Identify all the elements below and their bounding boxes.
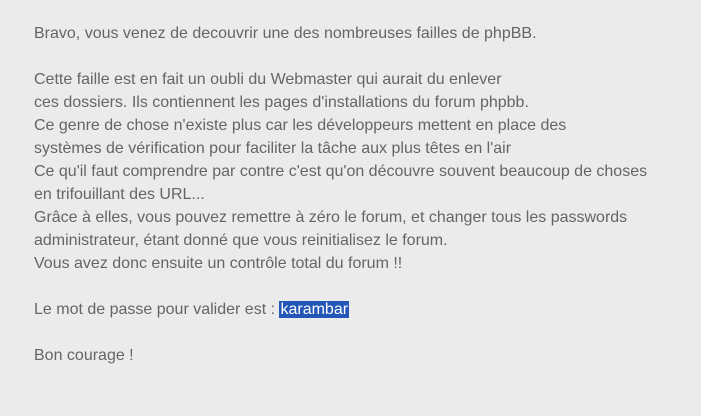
body-line: Vous avez donc ensuite un contrôle total… bbox=[34, 255, 403, 272]
closing-text: Bon courage ! bbox=[34, 347, 134, 364]
password-label: Le mot de passe pour valider est : bbox=[34, 301, 280, 318]
body-line: administrateur, étant donné que vous rei… bbox=[34, 232, 448, 249]
password-line: Le mot de passe pour valider est : karam… bbox=[34, 298, 694, 321]
body-line: ces dossiers. Ils contiennent les pages … bbox=[34, 94, 529, 111]
body-line: Ce qu'il faut comprendre par contre c'es… bbox=[34, 163, 648, 180]
body-paragraph: Cette faille est en fait un oubli du Web… bbox=[34, 68, 694, 275]
body-line: en trifouillant des URL... bbox=[34, 186, 205, 203]
message-content: Bravo, vous venez de decouvrir une des n… bbox=[34, 22, 694, 390]
body-line: systèmes de vérification pour faciliter … bbox=[34, 140, 512, 157]
body-line: Ce genre de chose n'existe plus car les … bbox=[34, 117, 567, 134]
body-line: Grâce à elles, vous pouvez remettre à zé… bbox=[34, 209, 628, 226]
password-value[interactable]: karambar bbox=[279, 301, 350, 318]
body-line: Cette faille est en fait un oubli du Web… bbox=[34, 71, 502, 88]
page: Bravo, vous venez de decouvrir une des n… bbox=[0, 0, 701, 416]
intro-text: Bravo, vous venez de decouvrir une des n… bbox=[34, 25, 537, 42]
